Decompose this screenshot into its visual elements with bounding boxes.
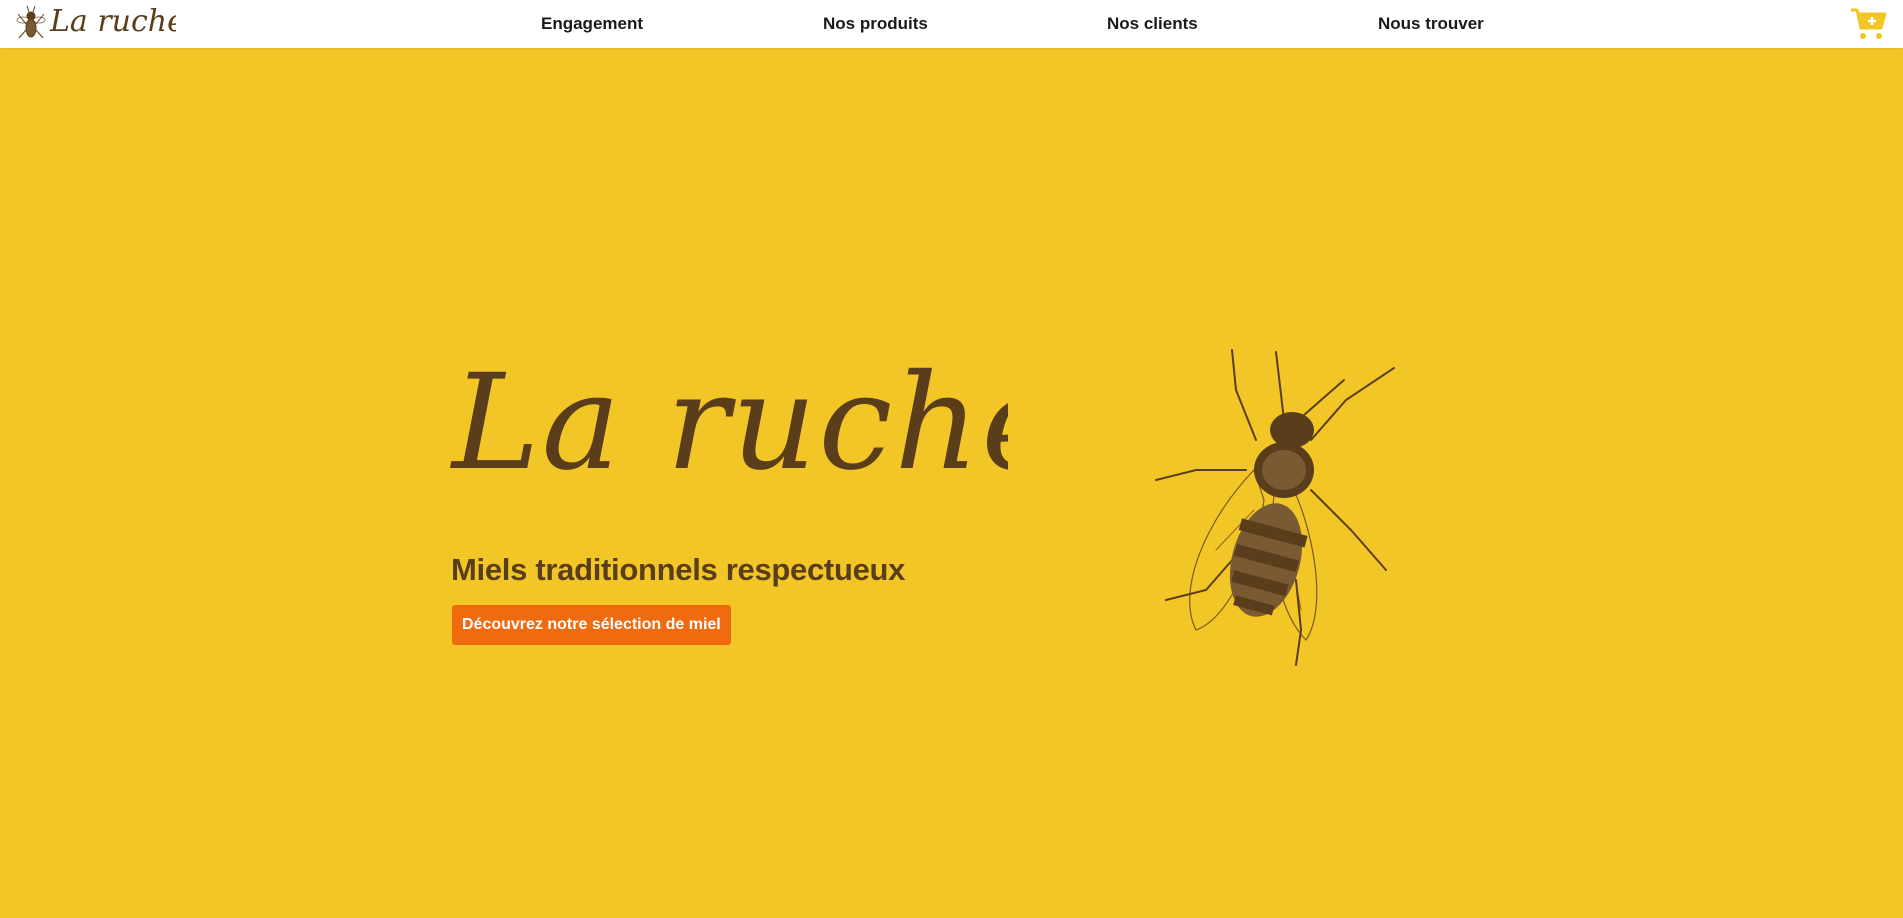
bee-illustration-icon <box>1155 349 1395 666</box>
nav-nos-produits[interactable]: Nos produits <box>823 14 928 34</box>
brand-logo-link[interactable]: La ruche <box>16 2 176 44</box>
svg-text:La ruche: La ruche <box>49 4 176 39</box>
hero-subtitle: Miels traditionnels respectueux <box>451 552 906 587</box>
brand-wordmark: La ruche <box>49 4 176 39</box>
hero-logo-wordmark: La ruche <box>450 346 1008 500</box>
svg-text:La ruche: La ruche <box>450 346 1008 500</box>
nav-nos-clients[interactable]: Nos clients <box>1107 14 1198 34</box>
top-navigation-bar: La ruche Engagement Nos produits Nos cli… <box>0 0 1903 48</box>
bee-logo-icon <box>16 5 46 39</box>
discover-honey-button[interactable]: Découvrez notre sélection de miel <box>452 605 731 645</box>
nav-engagement[interactable]: Engagement <box>541 14 643 34</box>
nav-nous-trouver[interactable]: Nous trouver <box>1378 14 1484 34</box>
cart-plus-icon[interactable] <box>1849 6 1887 42</box>
